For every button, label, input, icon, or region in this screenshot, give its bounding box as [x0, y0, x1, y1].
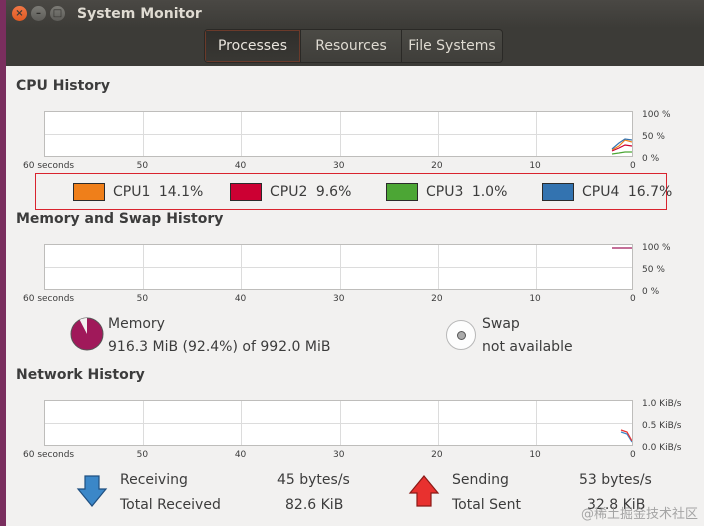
watermark: @稀土掘金技术社区 [580, 507, 698, 522]
cpu1-label: CPU1 [113, 184, 151, 200]
y-tick-label: 100 % [642, 243, 671, 253]
cpu2-label: CPU2 [270, 184, 308, 200]
title-bar: × – □ System Monitor [6, 0, 704, 28]
x-tick-label: 0 [630, 450, 636, 460]
sending-arrow-icon[interactable] [408, 474, 440, 508]
x-tick-label: 20 [431, 450, 443, 460]
cpu4-label: CPU4 [582, 184, 620, 200]
total-received-value: 82.6 KiB [285, 497, 344, 513]
x-tick-label: 60 seconds [23, 450, 75, 460]
x-tick-label: 0 [630, 294, 636, 304]
swap-value: not available [482, 339, 573, 355]
cpu4-value: 16.7% [627, 184, 673, 200]
cpu1-value: 14.1% [158, 184, 204, 200]
x-tick-label: 10 [529, 161, 541, 171]
x-tick-label: 30 [333, 161, 345, 171]
y-tick-label: 0 % [642, 287, 660, 297]
x-tick-label: 50 [136, 294, 149, 304]
x-tick-label: 20 [431, 294, 443, 304]
x-tick-label: 50 [136, 450, 149, 460]
receiving-label: Receiving [120, 472, 188, 488]
x-tick-label: 10 [529, 450, 541, 460]
swap-pie-icon[interactable] [446, 320, 476, 350]
memory-series-line [612, 247, 632, 249]
minimize-window-button[interactable]: – [31, 6, 46, 21]
x-tick-label: 20 [431, 161, 443, 171]
window-title: System Monitor [77, 6, 202, 22]
network-history-graph [44, 400, 633, 446]
cpu4-color-swatch[interactable] [542, 183, 574, 201]
view-switcher: Processes Resources File Systems [204, 29, 503, 63]
x-tick-label: 40 [234, 294, 247, 304]
cpu4-line [611, 138, 632, 150]
network-series-lines [620, 429, 632, 443]
cpu-history-graph [44, 111, 633, 157]
cpu2-color-swatch[interactable] [230, 183, 262, 201]
receiving-arrow-icon[interactable] [76, 474, 108, 508]
y-tick-label: 0.5 KiB/s [642, 421, 682, 431]
cpu2-value: 9.6% [315, 184, 352, 200]
x-tick-label: 40 [234, 161, 247, 171]
total-sent-label: Total Sent [452, 497, 522, 513]
memory-label: Memory [108, 316, 165, 332]
memory-history-heading: Memory and Swap History [16, 211, 224, 227]
swap-label: Swap [482, 316, 520, 332]
y-tick-label: 50 % [642, 132, 665, 142]
cpu-history-heading: CPU History [16, 78, 110, 94]
x-tick-label: 30 [333, 450, 345, 460]
x-tick-label: 30 [333, 294, 345, 304]
x-tick-label: 60 seconds [23, 294, 75, 304]
y-tick-label: 1.0 KiB/s [642, 399, 682, 409]
close-window-button[interactable]: × [12, 6, 27, 21]
cpu3-value: 1.0% [471, 184, 508, 200]
memory-history-graph [44, 244, 633, 290]
cpu3-label: CPU3 [426, 184, 464, 200]
x-tick-label: 0 [630, 161, 636, 171]
tab-resources[interactable]: Resources [301, 30, 402, 62]
cpu1-color-swatch[interactable] [73, 183, 105, 201]
sending-rate: 53 bytes/s [579, 472, 652, 488]
total-received-label: Total Received [120, 497, 221, 513]
cpu3-color-swatch[interactable] [386, 183, 418, 201]
x-tick-label: 50 [136, 161, 149, 171]
network-history-heading: Network History [16, 367, 145, 383]
maximize-window-button[interactable]: □ [50, 6, 65, 21]
y-tick-label: 100 % [642, 110, 671, 120]
x-tick-label: 60 seconds [23, 161, 75, 171]
system-monitor-window: × – □ System Monitor Processes Resources… [6, 0, 704, 526]
y-tick-label: 0.0 KiB/s [642, 443, 682, 453]
memory-usage-value: 916.3 MiB (92.4%) of 992.0 MiB [108, 339, 331, 355]
x-tick-label: 10 [529, 294, 541, 304]
y-tick-label: 50 % [642, 265, 665, 275]
tab-processes[interactable]: Processes [205, 30, 301, 62]
receiving-rate: 45 bytes/s [277, 472, 350, 488]
x-tick-label: 40 [234, 450, 247, 460]
cpu-legend: CPU1 14.1% CPU2 9.6% CPU3 1.0% CPU4 16.7… [35, 173, 672, 210]
cpu3-line [611, 151, 632, 155]
toolbar: Processes Resources File Systems [6, 28, 704, 66]
tab-file-systems[interactable]: File Systems [402, 30, 502, 62]
cpu-series-lines [611, 138, 632, 155]
memory-pie-icon[interactable] [70, 317, 104, 351]
sending-label: Sending [452, 472, 509, 488]
y-tick-label: 0 % [642, 154, 660, 164]
